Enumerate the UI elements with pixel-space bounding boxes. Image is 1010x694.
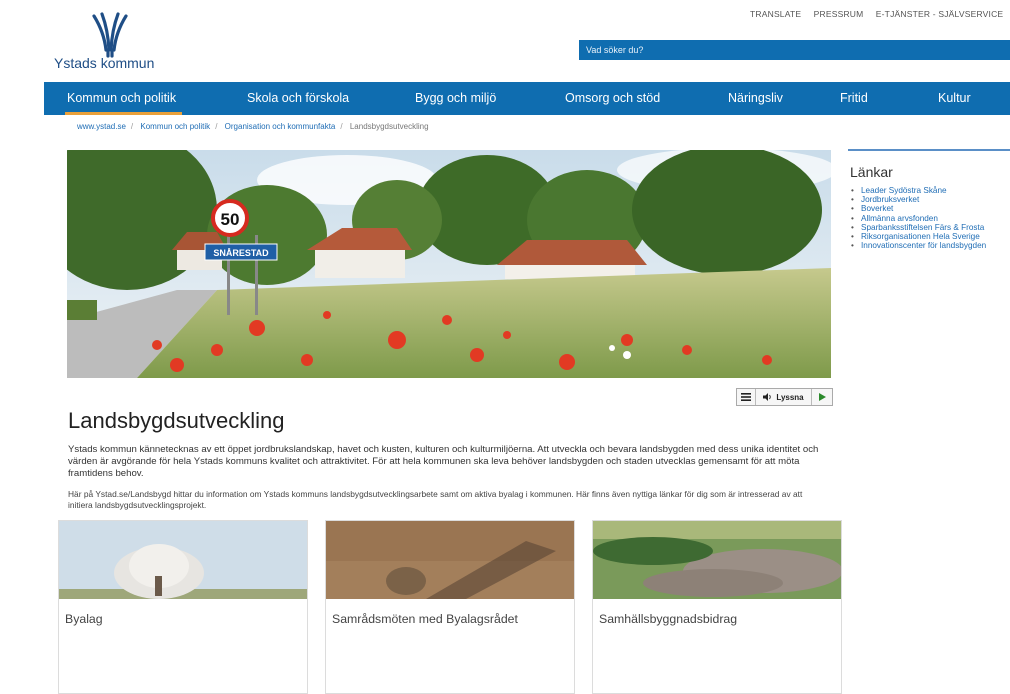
town-sign-text: SNÅRESTAD [213, 248, 269, 258]
card-samradsmoten-label: Samrådsmöten med Byalagsrådet [332, 612, 518, 626]
speed-sign-text: 50 [221, 210, 240, 229]
card-samhallsbyggnadsbidrag-image [593, 521, 843, 599]
listen-label: Lyssna [776, 392, 804, 402]
sidebar-links: Länkar Leader Sydöstra Skåne Jordbruksve… [848, 149, 1010, 251]
intro-paragraph: Ystads kommun kännetecknas av ett öppet … [68, 444, 819, 479]
top-links: TRANSLATE PRESSRUM E-TJÄNSTER - SJÄLVSER… [750, 9, 1010, 19]
card-samradsmoten-image [326, 521, 574, 599]
search-input[interactable] [579, 40, 886, 60]
sidebar-link-boverket[interactable]: Boverket [851, 204, 1010, 213]
breadcrumb-kommun-och-politik[interactable]: Kommun och politik [140, 122, 210, 131]
hero-image: 50 SNÅRESTAD [67, 150, 831, 378]
breadcrumb-organisation[interactable]: Organisation och kommunfakta [225, 122, 336, 131]
play-icon [818, 393, 826, 401]
nav-item-omsorg-och-stod[interactable]: Omsorg och stöd [565, 82, 660, 115]
secondary-paragraph: Här på Ystad.se/Landsbygd hittar du info… [68, 489, 803, 510]
sidebar-link-sparbanksstiftelsen[interactable]: Sparbanksstiftelsen Färs & Frosta [851, 223, 1010, 232]
sidebar-link-hela-sverige[interactable]: Riksorganisationen Hela Sverige [851, 232, 1010, 241]
card-byalag-image [59, 521, 307, 599]
listen-button[interactable]: Lyssna [756, 389, 812, 405]
nav-item-kommun-och-politik[interactable]: Kommun och politik [64, 82, 183, 115]
search-bar [579, 40, 1010, 60]
listen-menu-button[interactable] [737, 389, 756, 405]
nav-item-fritid[interactable]: Fritid [840, 82, 868, 115]
menu-icon [741, 393, 751, 401]
card-byalag-label: Byalag [65, 612, 103, 626]
play-button[interactable] [812, 389, 832, 405]
nav-item-skola-och-forskola[interactable]: Skola och förskola [247, 82, 349, 115]
sidebar-link-innovationscenter[interactable]: Innovationscenter för landsbygden [851, 241, 1010, 250]
sidebar-link-arvsfonden[interactable]: Allmänna arvsfonden [851, 214, 1010, 223]
breadcrumb-home[interactable]: www.ystad.se [77, 122, 126, 131]
logo-text[interactable]: Ystads kommun [54, 55, 154, 71]
sidebar-link-leader[interactable]: Leader Sydöstra Skåne [851, 186, 1010, 195]
card-samhallsbyggnadsbidrag[interactable]: Samhällsbyggnadsbidrag [592, 520, 843, 694]
nav-item-bygg-och-miljo[interactable]: Bygg och miljö [415, 82, 496, 115]
nav-item-kultur[interactable]: Kultur [938, 82, 971, 115]
speaker-icon [763, 393, 772, 401]
listen-toolbar: Lyssna [736, 388, 833, 406]
sidebar-link-jordbruksverket[interactable]: Jordbruksverket [851, 195, 1010, 204]
translate-link[interactable]: TRANSLATE [750, 9, 801, 19]
e-tjanster-link[interactable]: E-TJÄNSTER - SJÄLVSERVICE [876, 9, 1004, 19]
breadcrumb: www.ystad.se / Kommun och politik / Organi… [77, 122, 429, 131]
card-samradsmoten[interactable]: Samrådsmöten med Byalagsrådet [325, 520, 575, 694]
card-samhallsbyggnadsbidrag-label: Samhällsbyggnadsbidrag [599, 612, 738, 626]
card-byalag[interactable]: Byalag [58, 520, 308, 694]
nav-item-naringsliv[interactable]: Näringsliv [728, 82, 783, 115]
sidebar-title: Länkar [850, 164, 893, 180]
pressrum-link[interactable]: PRESSRUM [814, 9, 864, 19]
page-title: Landsbygdsutveckling [68, 408, 285, 433]
breadcrumb-current: Landsbygdsutveckling [349, 122, 429, 131]
sidebar-divider [848, 149, 1010, 151]
main-nav: Kommun och politik Skola och förskola By… [44, 82, 1010, 115]
